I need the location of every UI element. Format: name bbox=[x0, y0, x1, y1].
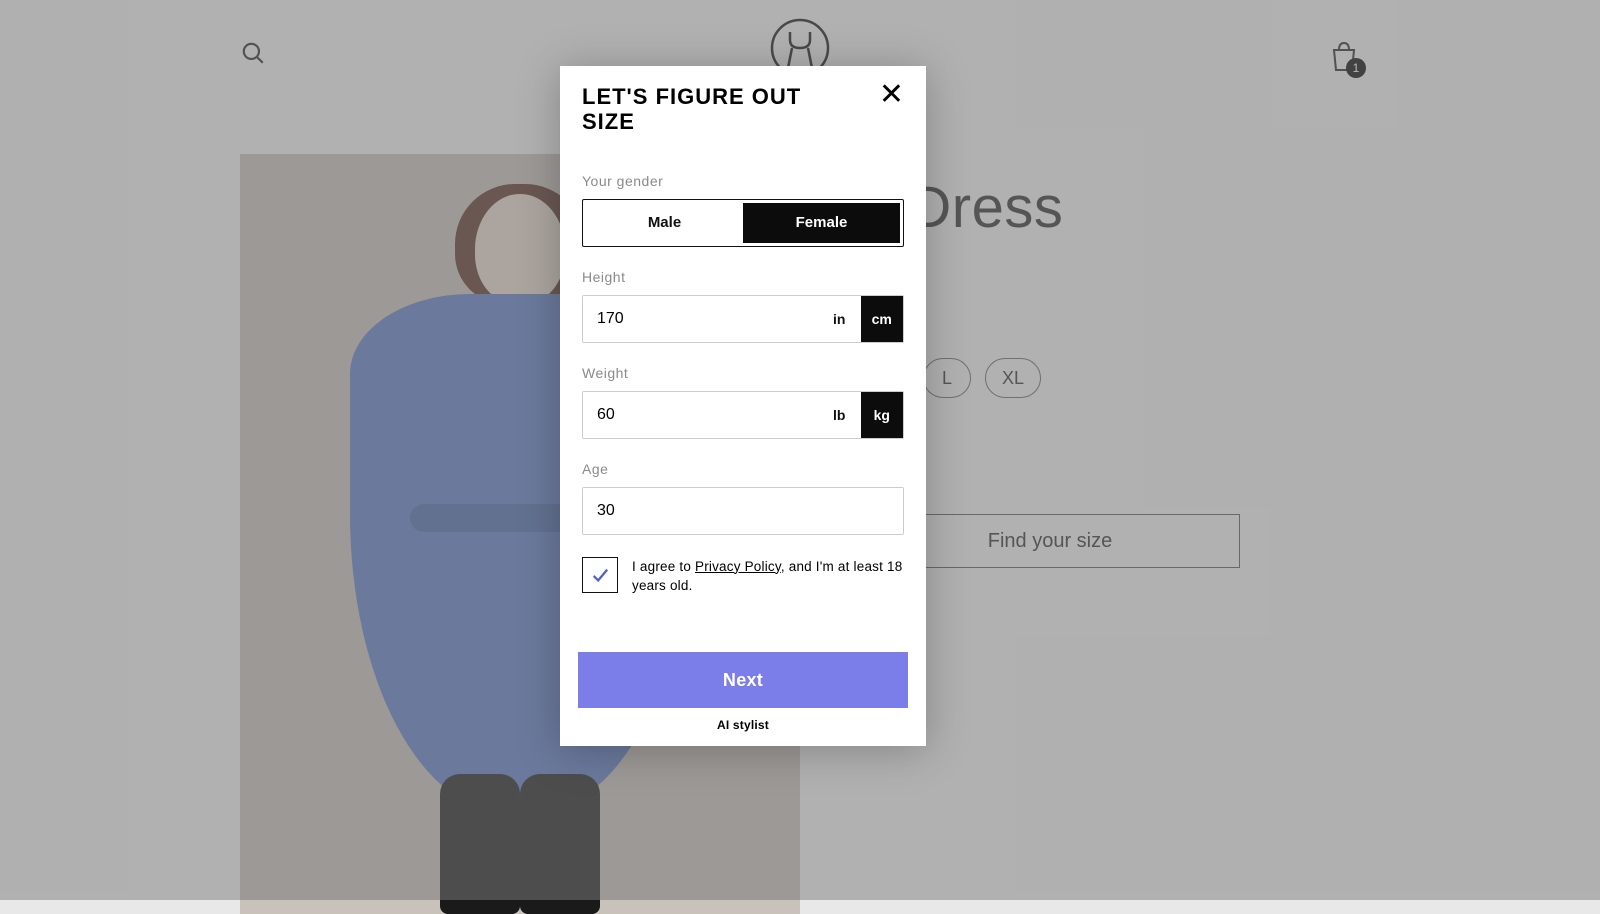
gender-option-male[interactable]: Male bbox=[586, 203, 743, 243]
next-button[interactable]: Next bbox=[578, 652, 908, 708]
weight-unit-lb[interactable]: lb bbox=[818, 392, 861, 438]
age-input-row bbox=[582, 487, 904, 535]
modal-title: LET'S FIGURE OUT SIZE bbox=[582, 84, 822, 135]
ai-stylist-brand: AI stylist bbox=[578, 718, 908, 732]
gender-label: Your gender bbox=[582, 173, 904, 189]
gender-option-female[interactable]: Female bbox=[743, 203, 900, 243]
height-unit-cm[interactable]: cm bbox=[861, 296, 904, 342]
privacy-policy-link[interactable]: Privacy Policy bbox=[695, 559, 781, 574]
size-finder-modal: LET'S FIGURE OUT SIZE ✕ Your gender Male… bbox=[560, 66, 926, 746]
height-input[interactable] bbox=[583, 296, 818, 342]
consent-checkbox[interactable] bbox=[582, 557, 618, 593]
modal-body[interactable]: Your gender Male Female Height in cm Wei… bbox=[560, 143, 926, 640]
modal-footer: Next AI stylist bbox=[560, 640, 926, 746]
age-label: Age bbox=[582, 461, 904, 477]
age-input[interactable] bbox=[583, 488, 903, 534]
consent-prefix: I agree to bbox=[632, 559, 695, 574]
close-icon[interactable]: ✕ bbox=[879, 80, 904, 110]
weight-unit-kg[interactable]: kg bbox=[861, 392, 904, 438]
consent-text: I agree to Privacy Policy, and I'm at le… bbox=[632, 557, 904, 596]
modal-header: LET'S FIGURE OUT SIZE ✕ bbox=[560, 66, 926, 143]
height-input-row: in cm bbox=[582, 295, 904, 343]
weight-label: Weight bbox=[582, 365, 904, 381]
check-icon bbox=[591, 566, 609, 584]
weight-input[interactable] bbox=[583, 392, 818, 438]
weight-input-row: lb kg bbox=[582, 391, 904, 439]
consent-row: I agree to Privacy Policy, and I'm at le… bbox=[582, 557, 904, 596]
height-unit-in[interactable]: in bbox=[818, 296, 861, 342]
height-label: Height bbox=[582, 269, 904, 285]
gender-segmented: Male Female bbox=[582, 199, 904, 247]
